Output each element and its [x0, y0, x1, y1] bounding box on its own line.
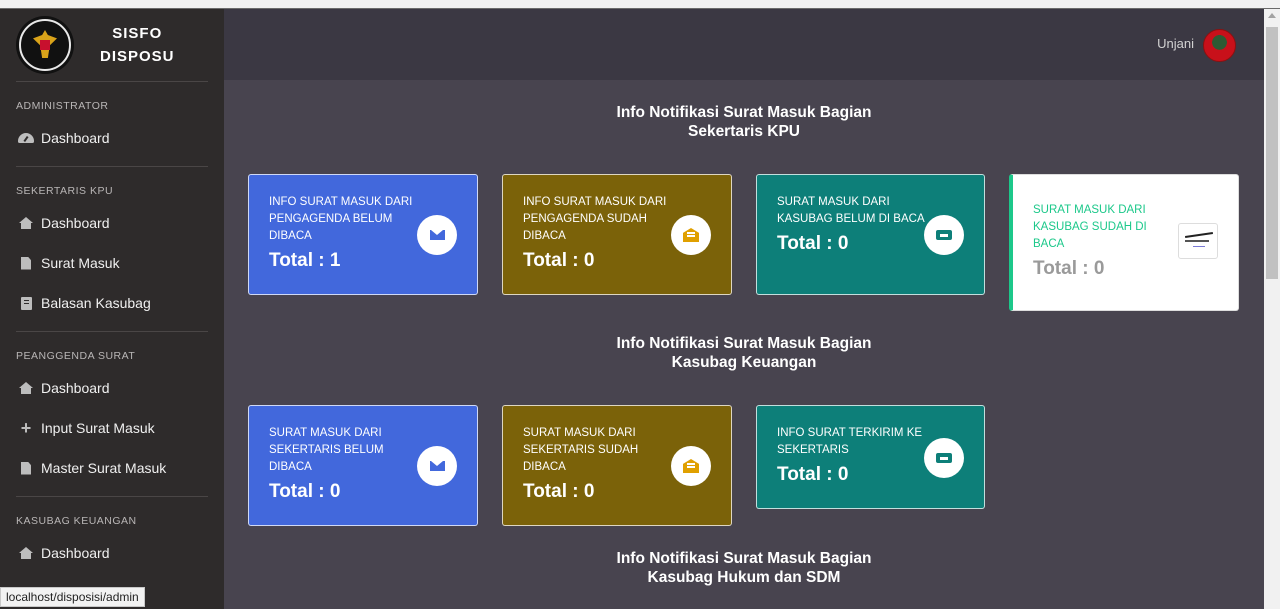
- envelope-open-icon: [671, 446, 711, 486]
- app-title-line1: SISFO: [112, 25, 163, 42]
- sidebar-item-label: Dashboard: [41, 215, 110, 231]
- user-avatar[interactable]: [1203, 29, 1236, 62]
- card-label: INFO SURAT MASUK DARI PENGAGENDA SUDAH D…: [523, 196, 667, 242]
- section-title-kasubag-keuangan: Info Notifikasi Surat Masuk Bagian Kasub…: [224, 334, 1264, 372]
- card-label: INFO SURAT MASUK DARI PENGAGENDA BELUM D…: [269, 196, 413, 242]
- card-kasubag-sudah-dibaca[interactable]: SURAT MASUK DARI KASUBAG SUDAH DI BACA T…: [1009, 174, 1239, 311]
- envelope-icon: [417, 446, 457, 486]
- user-name[interactable]: Unjani: [1157, 36, 1194, 51]
- sidebar-item-keuangan-dashboard[interactable]: Dashboard: [0, 533, 224, 573]
- sidebar-item-admin-dashboard[interactable]: Dashboard: [0, 118, 224, 158]
- card-label: INFO SURAT TERKIRIM KE SEKERTARIS: [777, 427, 923, 456]
- dashboard-gauge-icon: [18, 130, 34, 146]
- app-title-line2: DISPOSU: [100, 48, 175, 65]
- card-sekertaris-belum-dibaca[interactable]: SURAT MASUK DARI SEKERTARIS BELUM DIBACA…: [248, 405, 478, 526]
- card-sekertaris-sudah-dibaca[interactable]: SURAT MASUK DARI SEKERTARIS SUDAH DIBACA…: [502, 405, 732, 526]
- card-label: SURAT MASUK DARI KASUBAG SUDAH DI BACA: [1033, 204, 1147, 250]
- card-label: SURAT MASUK DARI SEKERTARIS BELUM DIBACA: [269, 427, 384, 473]
- brand[interactable]: SISFO DISPOSU: [0, 9, 224, 81]
- document-thumbnail-icon: [1178, 223, 1218, 259]
- home-icon: [18, 545, 34, 561]
- inbox-icon: [924, 438, 964, 478]
- section-title-sekertaris: Info Notifikasi Surat Masuk Bagian Seker…: [224, 103, 1264, 141]
- sidebar-item-label: Master Surat Masuk: [41, 460, 167, 476]
- main-content: Info Notifikasi Surat Masuk Bagian Seker…: [224, 80, 1264, 609]
- topbar: Unjani: [224, 9, 1264, 80]
- book-icon: [18, 295, 34, 311]
- browser-status-url: localhost/disposisi/admin: [0, 587, 145, 607]
- scrollbar-thumb[interactable]: [1266, 27, 1278, 279]
- card-total: Total : 0: [1033, 258, 1105, 279]
- envelope-icon: [417, 215, 457, 255]
- section-title-line2: Kasubag Hukum dan SDM: [647, 569, 841, 586]
- card-label: SURAT MASUK DARI SEKERTARIS SUDAH DIBACA: [523, 427, 639, 473]
- section-title-line2: Kasubag Keuangan: [671, 354, 817, 371]
- file-icon: [18, 255, 34, 271]
- sidebar-item-label: Dashboard: [41, 380, 110, 396]
- sidebar-item-label: Dashboard: [41, 130, 110, 146]
- sidebar-heading-kasubag-keuangan: KASUBAG KEUANGAN: [16, 515, 137, 527]
- card-label: SURAT MASUK DARI KASUBAG BELUM DI BACA: [777, 196, 925, 225]
- section-title-line1: Info Notifikasi Surat Masuk Bagian: [616, 550, 872, 567]
- home-icon: [18, 215, 34, 231]
- sidebar-item-peanggenda-dashboard[interactable]: Dashboard: [0, 368, 224, 408]
- scroll-up-arrow-icon[interactable]: [1268, 13, 1276, 18]
- sidebar-heading-peanggenda: PEANGGENDA SURAT: [16, 350, 136, 362]
- card-pengagenda-belum-dibaca[interactable]: INFO SURAT MASUK DARI PENGAGENDA BELUM D…: [248, 174, 478, 295]
- plus-icon: +: [20, 417, 32, 438]
- section-title-line1: Info Notifikasi Surat Masuk Bagian: [616, 335, 872, 352]
- app-title: SISFO DISPOSU: [100, 22, 175, 68]
- browser-top-edge: [0, 0, 1280, 9]
- section-title-line1: Info Notifikasi Surat Masuk Bagian: [616, 104, 872, 121]
- sidebar-item-input-surat-masuk[interactable]: + Input Surat Masuk: [0, 408, 224, 448]
- sidebar-item-label: Input Surat Masuk: [41, 420, 155, 436]
- sidebar-item-balasan-kasubag[interactable]: Balasan Kasubag: [0, 283, 224, 323]
- envelope-open-icon: [671, 215, 711, 255]
- sidebar: SISFO DISPOSU ADMINISTRATOR Dashboard SE…: [0, 9, 224, 609]
- sidebar-heading-administrator: ADMINISTRATOR: [16, 100, 109, 112]
- sidebar-item-label: Surat Masuk: [41, 255, 120, 271]
- card-pengagenda-sudah-dibaca[interactable]: INFO SURAT MASUK DARI PENGAGENDA SUDAH D…: [502, 174, 732, 295]
- home-icon: [18, 380, 34, 396]
- sidebar-item-label: Balasan Kasubag: [41, 295, 151, 311]
- kpu-logo: [16, 16, 74, 74]
- sidebar-heading-sekertaris: SEKERTARIS KPU: [16, 185, 114, 197]
- card-kasubag-belum-dibaca[interactable]: SURAT MASUK DARI KASUBAG BELUM DI BACA T…: [756, 174, 985, 295]
- page-scrollbar[interactable]: [1264, 9, 1280, 609]
- sidebar-item-surat-masuk[interactable]: Surat Masuk: [0, 243, 224, 283]
- card-terkirim-ke-sekertaris[interactable]: INFO SURAT TERKIRIM KE SEKERTARIS Total …: [756, 405, 985, 509]
- section-title-line2: Sekertaris KPU: [687, 123, 800, 140]
- sidebar-item-sekertaris-dashboard[interactable]: Dashboard: [0, 203, 224, 243]
- file-icon: [18, 460, 34, 476]
- section-title-kasubag-hukum: Info Notifikasi Surat Masuk Bagian Kasub…: [224, 549, 1264, 587]
- sidebar-item-master-surat-masuk[interactable]: Master Surat Masuk: [0, 448, 224, 488]
- sidebar-item-label: Dashboard: [41, 545, 110, 561]
- inbox-icon: [924, 215, 964, 255]
